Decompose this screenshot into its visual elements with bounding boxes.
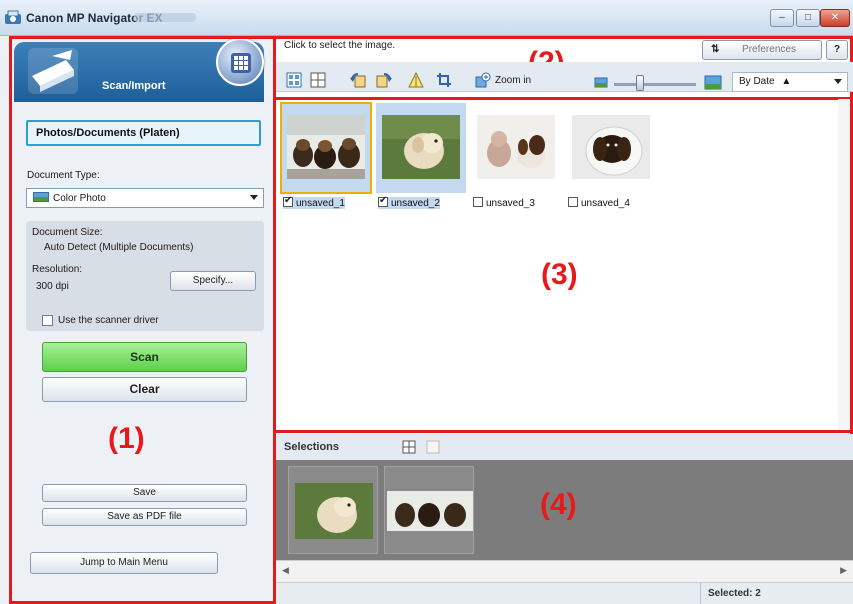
help-button[interactable]: ? <box>826 40 848 60</box>
title-extra <box>134 13 196 22</box>
status-bar: Selected: 2 <box>276 582 853 604</box>
selected-thumbnail[interactable] <box>288 466 378 554</box>
thumbnail-image <box>572 115 650 179</box>
sort-select[interactable]: By Date ▲ <box>732 72 848 92</box>
chevron-down-icon <box>834 79 842 84</box>
rotate-right-icon[interactable] <box>376 72 392 88</box>
slider-handle[interactable] <box>636 75 644 91</box>
preferences-label: Preferences <box>742 44 796 55</box>
correct-image-icon[interactable] <box>408 72 424 88</box>
region-1-outline <box>9 36 276 604</box>
thumbnail-checkbox[interactable] <box>378 195 388 207</box>
select-all-icon[interactable] <box>286 72 302 88</box>
horizontal-scrollbar[interactable]: ◀ ▶ <box>276 560 853 582</box>
thumbnail-name: unsaved_1 <box>296 198 345 209</box>
preferences-icon: ⇅ <box>711 44 720 55</box>
sort-ascending-icon: ▲ <box>781 76 792 87</box>
thumbnail-item[interactable]: unsaved_1 <box>280 102 372 215</box>
thumbnail-caption: unsaved_2 <box>378 195 440 209</box>
region-label-4: (4) <box>540 488 577 521</box>
region-label-3: (3) <box>541 258 578 291</box>
thumbnail-size-slider[interactable] <box>614 83 696 86</box>
selections-label: Selections <box>284 441 340 453</box>
vertical-scrollbar[interactable] <box>838 99 850 429</box>
thumbnail-caption: unsaved_4 <box>568 197 630 209</box>
thumbnail-image <box>477 115 555 179</box>
selected-thumbnail-image <box>387 491 473 531</box>
small-image-icon[interactable] <box>594 76 608 88</box>
title-bar: Canon MP Navigator EX – □ ✕ <box>0 0 853 36</box>
rotate-left-icon[interactable] <box>350 72 366 88</box>
maximize-button[interactable]: □ <box>796 9 820 27</box>
selected-count: Selected: 2 <box>708 588 761 599</box>
grid-view-icon[interactable] <box>402 440 416 454</box>
thumbnail-name: unsaved_2 <box>391 198 440 209</box>
status-divider <box>700 583 701 604</box>
thumbnail-caption: unsaved_3 <box>473 197 535 209</box>
thumbnail-name: unsaved_3 <box>486 198 535 209</box>
zoom-in-label: Zoom in <box>495 75 532 86</box>
grid-view-icon[interactable] <box>310 72 326 88</box>
thumbnail-name: unsaved_4 <box>581 198 630 209</box>
scroll-right-icon[interactable]: ▶ <box>840 565 847 576</box>
selections-header: Selections <box>276 434 853 460</box>
thumbnail-checkbox[interactable] <box>473 197 483 207</box>
preferences-button[interactable]: ⇅ Preferences <box>702 40 822 60</box>
zoom-in-icon[interactable] <box>475 72 491 88</box>
crop-icon[interactable] <box>436 72 452 88</box>
thumbnail-caption: unsaved_1 <box>283 195 345 209</box>
selected-thumbnail-image <box>295 483 373 539</box>
large-image-icon[interactable] <box>704 74 722 90</box>
selected-thumbnail[interactable] <box>384 466 474 554</box>
thumbnail-image <box>382 115 460 179</box>
scroll-left-icon[interactable]: ◀ <box>282 565 289 576</box>
sort-value: By Date <box>739 76 775 87</box>
thumbnail-checkbox[interactable] <box>283 195 293 207</box>
close-button[interactable]: ✕ <box>820 9 850 27</box>
thumbnail-item[interactable]: unsaved_2 <box>376 103 466 215</box>
toolbar-hint: Click to select the image. <box>284 40 396 51</box>
single-view-icon[interactable] <box>426 440 440 454</box>
thumbnail-item[interactable]: unsaved_3 <box>471 103 561 215</box>
thumbnail-image <box>287 115 365 179</box>
thumbnail-checkbox[interactable] <box>568 197 578 207</box>
thumbnail-item[interactable]: unsaved_4 <box>566 103 656 215</box>
app-icon <box>5 10 21 24</box>
minimize-button[interactable]: – <box>770 9 794 27</box>
